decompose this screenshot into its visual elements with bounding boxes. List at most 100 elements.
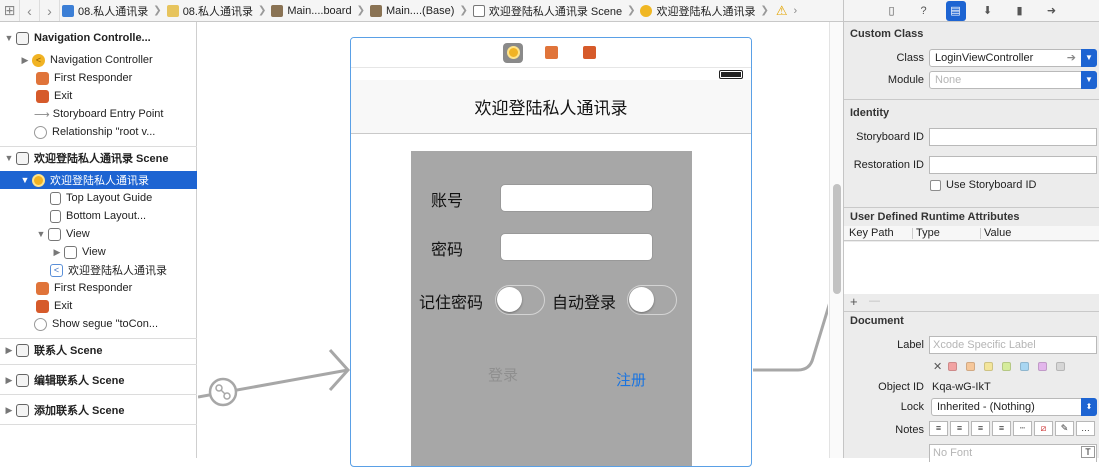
lock-popup[interactable]: Inherited - (Nothing) ⬍ — [931, 398, 1097, 416]
outline-row-top-layout-guide[interactable]: Top Layout Guide — [0, 189, 197, 207]
remember-password-switch[interactable] — [495, 285, 545, 315]
disclosure-open-icon[interactable]: ▼ — [20, 175, 30, 185]
scrollbar-thumb[interactable] — [833, 184, 841, 294]
go-to-class-icon[interactable]: ➔ — [1067, 50, 1076, 66]
jumpbar-item-folder[interactable]: 08.私人通讯录 — [165, 0, 255, 21]
scene-icon — [16, 403, 29, 417]
file-inspector-icon[interactable]: ▯ — [882, 1, 902, 21]
account-input[interactable] — [500, 184, 653, 212]
outline-row-navigation-item[interactable]: < 欢迎登陆私人通讯录 — [0, 261, 197, 279]
back-arrow-icon[interactable]: ‹ — [20, 0, 40, 21]
disclosure-open-icon[interactable]: ▼ — [4, 153, 14, 163]
color-swatch[interactable] — [948, 362, 957, 371]
outline-row-view[interactable]: ▼ View — [0, 225, 197, 243]
outline-row-contacts-scene[interactable]: ▶ 联系人 Scene — [0, 341, 197, 359]
restoration-id-field[interactable] — [929, 156, 1097, 174]
forward-arrow-icon[interactable]: › — [40, 0, 60, 21]
outline-row-entry-point[interactable]: ⟶ Storyboard Entry Point — [0, 105, 197, 123]
scene-dock — [351, 38, 751, 68]
align-right-icon[interactable]: ≡ — [971, 421, 990, 436]
xcode-label-field[interactable]: Xcode Specific Label — [929, 336, 1097, 354]
disclosure-closed-icon[interactable]: ▶ — [4, 345, 14, 356]
view-controller-icon[interactable] — [503, 42, 523, 63]
chevron-right-icon[interactable]: › — [794, 5, 798, 17]
outline-row-label: Navigation Controller — [50, 54, 153, 66]
outline-row-login-scene[interactable]: ▼ 欢迎登陆私人通讯录 Scene — [0, 149, 197, 167]
color-swatch[interactable] — [1056, 362, 1065, 371]
strike-color-icon[interactable]: ⧄ — [1034, 421, 1053, 436]
warning-icon[interactable]: ⚠ — [776, 3, 788, 19]
first-responder-icon[interactable] — [541, 43, 561, 63]
module-placeholder: None — [935, 74, 962, 86]
login-button[interactable]: 登录 — [488, 364, 518, 385]
disclosure-open-icon[interactable]: ▼ — [36, 229, 46, 239]
jumpbar-item-storyboard[interactable]: Main....board — [269, 0, 353, 21]
disclosure-closed-icon[interactable]: ▶ — [4, 405, 14, 416]
disclosure-closed-icon[interactable]: ▶ — [52, 247, 62, 258]
chevron-right-icon: ❯ — [356, 5, 365, 16]
outline-row-login-controller[interactable]: ▼ 欢迎登陆私人通讯录 — [0, 171, 197, 189]
identity-inspector-icon[interactable]: ▤ — [945, 0, 966, 21]
remove-attribute-button[interactable]: — — [869, 295, 880, 307]
align-justify-icon[interactable]: ≡ — [992, 421, 1011, 436]
disclosure-closed-icon[interactable]: ▶ — [4, 375, 14, 386]
chevron-down-icon[interactable]: ▼ — [1081, 71, 1097, 89]
pen-icon[interactable]: ✎ — [1055, 421, 1074, 436]
jumpbar-item-base[interactable]: Main....(Base) — [368, 0, 456, 21]
quick-help-icon[interactable]: ? — [914, 1, 934, 21]
disclosure-closed-icon[interactable]: ▶ — [20, 55, 30, 66]
register-button[interactable]: 注册 — [616, 369, 646, 390]
disclosure-open-icon[interactable]: ▼ — [4, 33, 14, 43]
outline-row-edit-contact-scene[interactable]: ▶ 编辑联系人 Scene — [0, 371, 197, 389]
add-attribute-button[interactable]: + — [850, 294, 858, 309]
auto-login-switch[interactable] — [627, 285, 677, 315]
outline-row-add-contact-scene[interactable]: ▶ 添加联系人 Scene — [0, 401, 197, 419]
connections-inspector-icon[interactable]: ➜ — [1042, 1, 1062, 21]
jumpbar-item-project[interactable]: 08.私人通讯录 — [60, 0, 150, 21]
clear-color-button[interactable]: ✕ — [933, 360, 942, 373]
size-inspector-icon[interactable]: ▮ — [1010, 1, 1030, 21]
module-combo[interactable]: None ▼ — [929, 71, 1097, 89]
chevron-right-icon: ❯ — [627, 5, 636, 16]
outline-row-navigation-controller[interactable]: ▶ < Navigation Controller — [0, 51, 197, 69]
line-style-icon[interactable]: ┄ — [1013, 421, 1032, 436]
color-swatch[interactable] — [1002, 362, 1011, 371]
runtime-attributes-table[interactable] — [844, 242, 1099, 294]
color-swatch[interactable] — [984, 362, 993, 371]
outline-row-bottom-layout-guide[interactable]: Bottom Layout... — [0, 207, 197, 225]
value-column[interactable]: Value — [984, 227, 1011, 239]
color-swatch[interactable] — [966, 362, 975, 371]
outline-row-navigation-scene[interactable]: ▼ Navigation Controlle... — [0, 29, 197, 47]
font-field[interactable]: No Font — [929, 444, 1097, 462]
canvas-vertical-scrollbar[interactable] — [829, 22, 843, 458]
grid-icon[interactable]: ⊞ — [0, 0, 20, 21]
align-left-icon[interactable]: ≡ — [929, 421, 948, 436]
outline-row-exit[interactable]: Exit — [0, 87, 197, 105]
outline-row-first-responder-2[interactable]: First Responder — [0, 279, 197, 297]
attributes-inspector-icon[interactable]: ⬇ — [978, 1, 998, 21]
more-icon[interactable]: … — [1076, 421, 1095, 436]
jumpbar-item-scene[interactable]: 欢迎登陆私人通讯录 Scene — [471, 0, 624, 21]
chevron-updown-icon[interactable]: ⬍ — [1081, 398, 1097, 416]
login-view-controller-frame[interactable]: 欢迎登陆私人通讯录 账号 密码 记住密码 自动登录 登录 注册 — [350, 37, 752, 467]
exit-icon[interactable] — [579, 43, 599, 63]
outline-row-exit-2[interactable]: Exit — [0, 297, 197, 315]
login-panel[interactable]: 账号 密码 记住密码 自动登录 登录 注册 — [411, 151, 692, 466]
key-path-column[interactable]: Key Path — [849, 227, 894, 239]
show-segue-line[interactable] — [753, 302, 828, 372]
align-center-icon[interactable]: ≡ — [950, 421, 969, 436]
use-storyboard-id-checkbox[interactable] — [930, 180, 941, 191]
outline-row-relationship[interactable]: Relationship "root v... — [0, 123, 197, 141]
jumpbar-item-controller[interactable]: 欢迎登陆私人通讯录 — [638, 0, 757, 21]
class-combo[interactable]: LoginViewController ➔ ▼ — [929, 49, 1097, 67]
storyboard-id-field[interactable] — [929, 128, 1097, 146]
outline-row-show-segue[interactable]: Show segue "toCon... — [0, 315, 197, 333]
outline-row-first-responder[interactable]: First Responder — [0, 69, 197, 87]
password-input[interactable] — [500, 233, 653, 261]
type-column[interactable]: Type — [916, 227, 940, 239]
color-swatch[interactable] — [1038, 362, 1047, 371]
color-swatch[interactable] — [1020, 362, 1029, 371]
outline-row-subview[interactable]: ▶ View — [0, 243, 197, 261]
font-picker-icon[interactable]: T — [1081, 446, 1095, 458]
chevron-down-icon[interactable]: ▼ — [1081, 49, 1097, 67]
